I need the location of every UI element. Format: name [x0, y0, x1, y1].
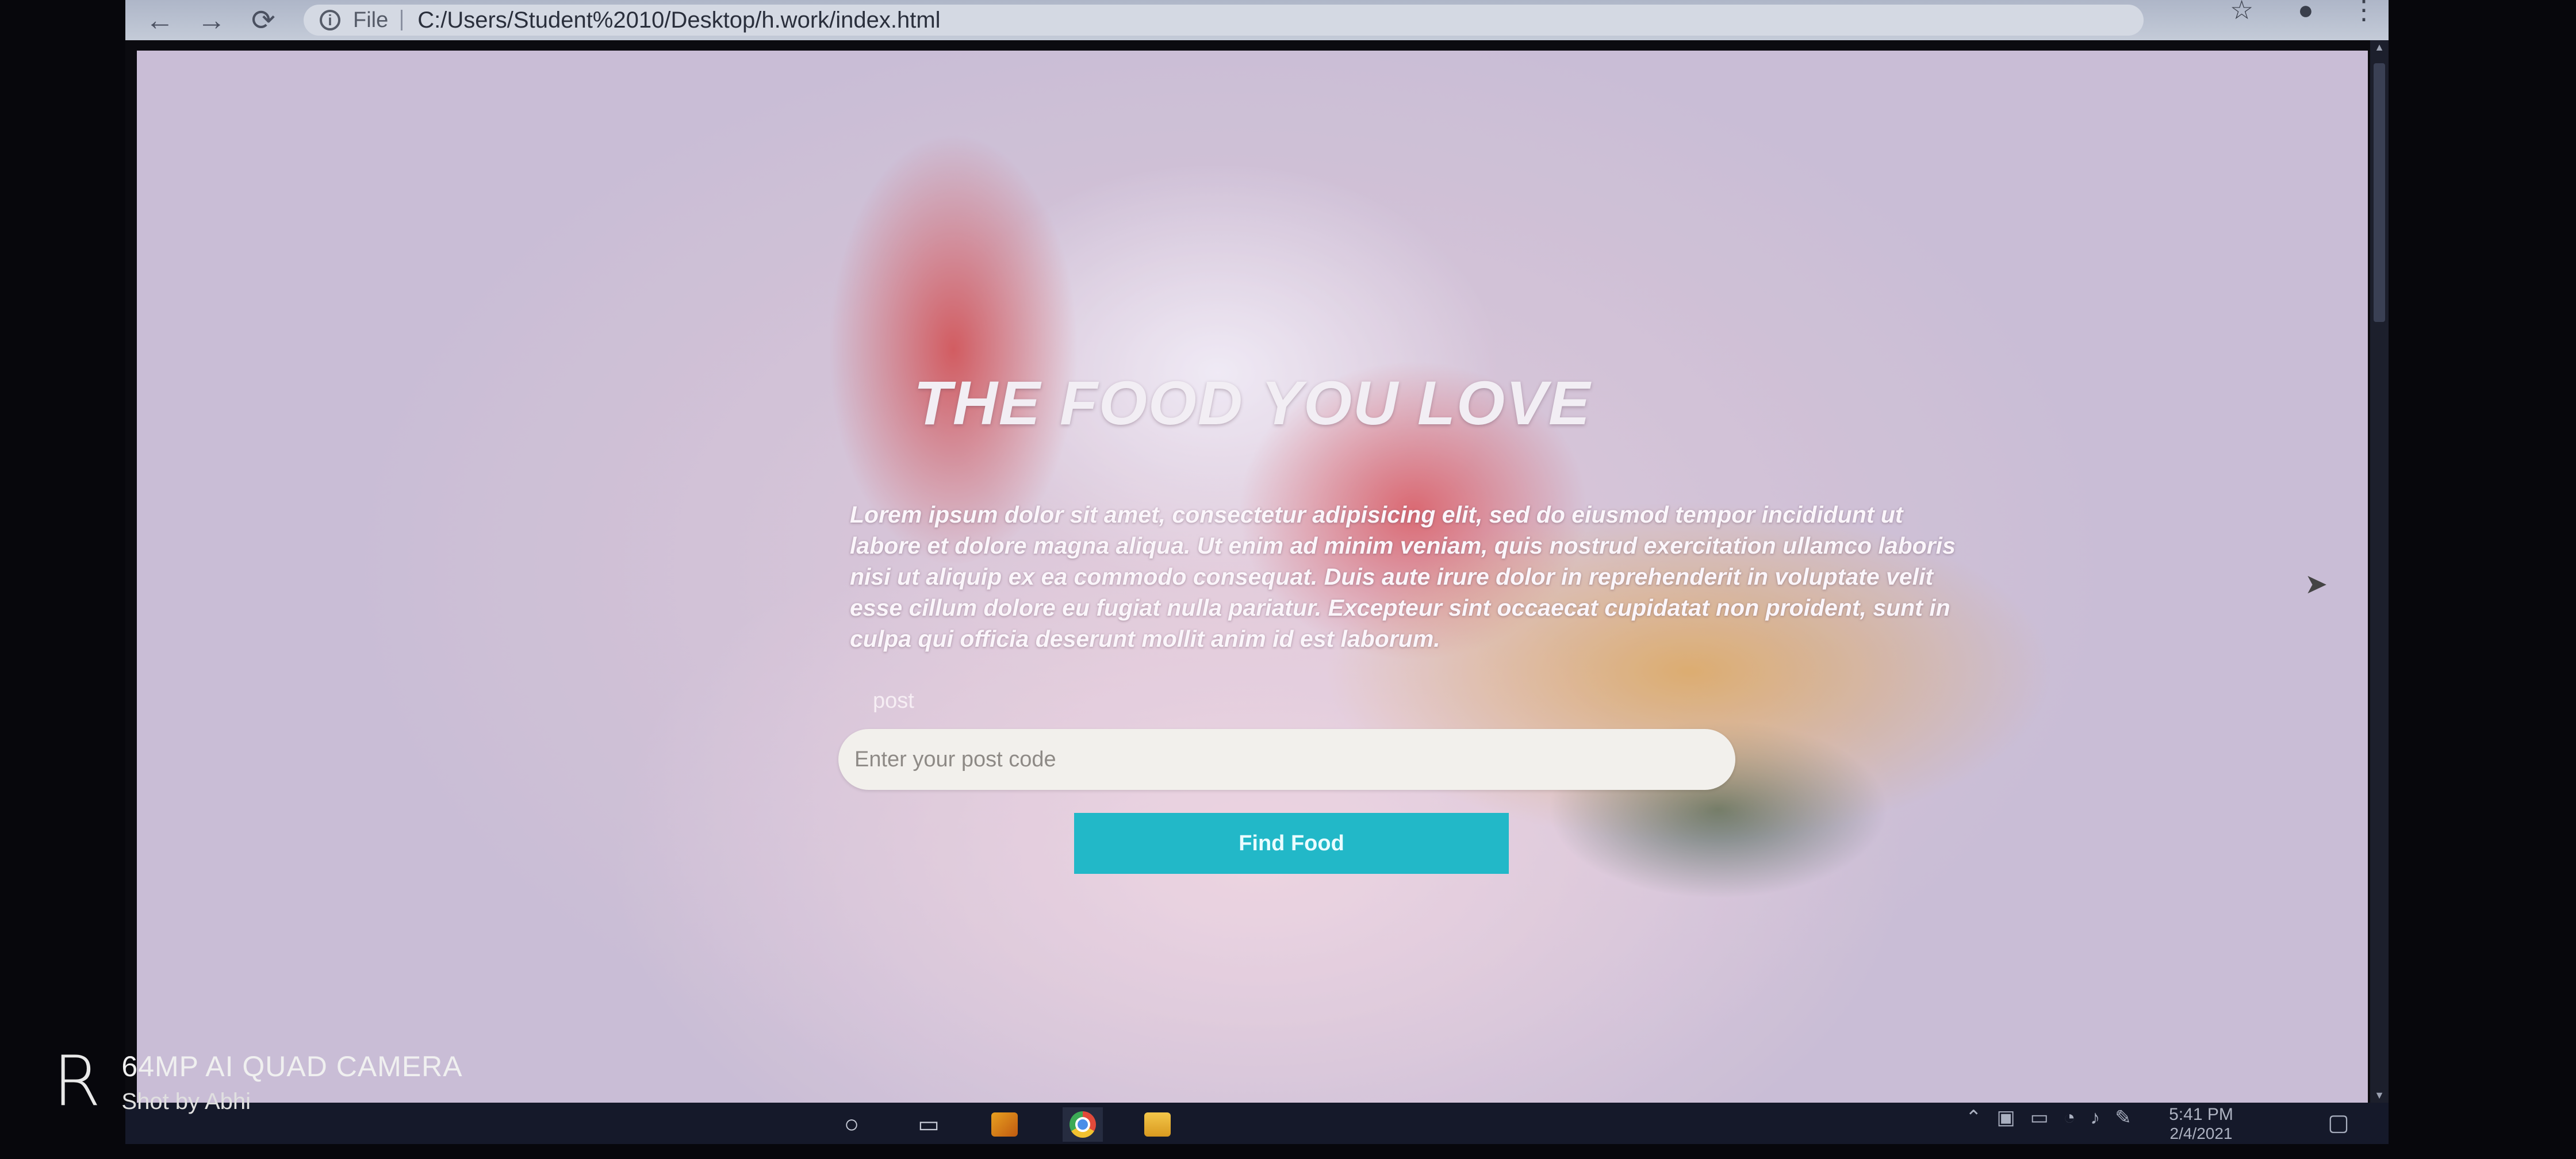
- taskbar-app-icon[interactable]: [984, 1107, 1025, 1142]
- device-icon[interactable]: ▣: [1997, 1106, 2015, 1129]
- scroll-down-icon[interactable]: ▼: [2370, 1089, 2389, 1102]
- chrome-icon: [1070, 1111, 1096, 1138]
- address-separator: [401, 10, 403, 30]
- taskbar-clock[interactable]: 5:41 PM 2/4/2021: [2155, 1105, 2247, 1143]
- browser-toolbar: ← → ⟳ i File C:/Users/Student%2010/Deskt…: [125, 0, 2389, 40]
- page-scrollbar[interactable]: ▲ ▼: [2370, 40, 2389, 1104]
- chevron-up-icon[interactable]: ⌃: [1965, 1106, 1982, 1129]
- app-tile-icon: [991, 1112, 1018, 1137]
- notification-icon[interactable]: ▢: [2328, 1110, 2349, 1136]
- task-view-icon[interactable]: ▭: [908, 1107, 949, 1142]
- camera-model-text: 64MP AI QUAD CAMERA: [121, 1050, 463, 1083]
- camera-watermark: R 64MP AI QUAD CAMERA Shot by Abhi: [53, 1047, 463, 1116]
- clock-date: 2/4/2021: [2169, 1125, 2233, 1142]
- folder-icon: [1144, 1112, 1171, 1137]
- battery-icon[interactable]: ▭: [2030, 1106, 2049, 1129]
- address-bar[interactable]: i File C:/Users/Student%2010/Desktop/h.w…: [304, 5, 2144, 36]
- system-tray: ⌃ ▣ ▭ ◔ ♪ ✎: [1965, 1106, 2132, 1129]
- camera-watermark-text: 64MP AI QUAD CAMERA Shot by Abhi: [121, 1050, 462, 1115]
- mouse-cursor-icon: ➤: [2305, 569, 2328, 600]
- search-icon[interactable]: ○: [831, 1107, 872, 1142]
- wifi-icon[interactable]: ◔: [2064, 1107, 2076, 1129]
- laptop-screen: ← → ⟳ i File C:/Users/Student%2010/Deskt…: [125, 0, 2389, 1144]
- post-label: post: [873, 689, 914, 713]
- browser-menu-icon[interactable]: ⋮: [2351, 0, 2377, 23]
- volume-icon[interactable]: ♪: [2090, 1107, 2100, 1129]
- file-explorer-button[interactable]: [1137, 1107, 1178, 1142]
- hero-paragraph: Lorem ipsum dolor sit amet, consectetur …: [850, 501, 1956, 652]
- forward-arrow-icon[interactable]: →: [194, 3, 229, 37]
- url-text[interactable]: C:/Users/Student%2010/Desktop/h.work/ind…: [417, 7, 940, 33]
- extension-icon[interactable]: ●: [2298, 0, 2314, 23]
- shot-by-text: Shot by Abhi: [121, 1088, 251, 1114]
- back-arrow-icon[interactable]: ←: [143, 3, 177, 37]
- realme-logo-icon: R: [53, 1042, 101, 1122]
- postcode-input[interactable]: [838, 729, 1735, 790]
- clock-time: 5:41 PM: [2169, 1105, 2233, 1124]
- chrome-taskbar-button[interactable]: [1063, 1107, 1103, 1142]
- page-title: THE FOOD YOU LOVE: [913, 368, 1592, 437]
- info-icon[interactable]: i: [320, 10, 340, 30]
- find-food-button[interactable]: Find Food: [1074, 813, 1509, 874]
- page-viewport: THE FOOD YOU LOVE Lorem ipsum dolor sit …: [137, 51, 2368, 1103]
- windows-taskbar: ○ ▭ ⌃ ▣ ▭ ◔ ♪ ✎ 5:41 PM 2/4/2021 ▢: [125, 1103, 2389, 1144]
- scrollbar-thumb[interactable]: [2374, 63, 2385, 322]
- reload-icon[interactable]: ⟳: [246, 3, 281, 37]
- pen-icon[interactable]: ✎: [2115, 1106, 2132, 1129]
- file-scheme-label: File: [353, 7, 389, 32]
- bookmark-star-icon[interactable]: ☆: [2230, 0, 2253, 23]
- scroll-up-icon[interactable]: ▲: [2370, 41, 2389, 53]
